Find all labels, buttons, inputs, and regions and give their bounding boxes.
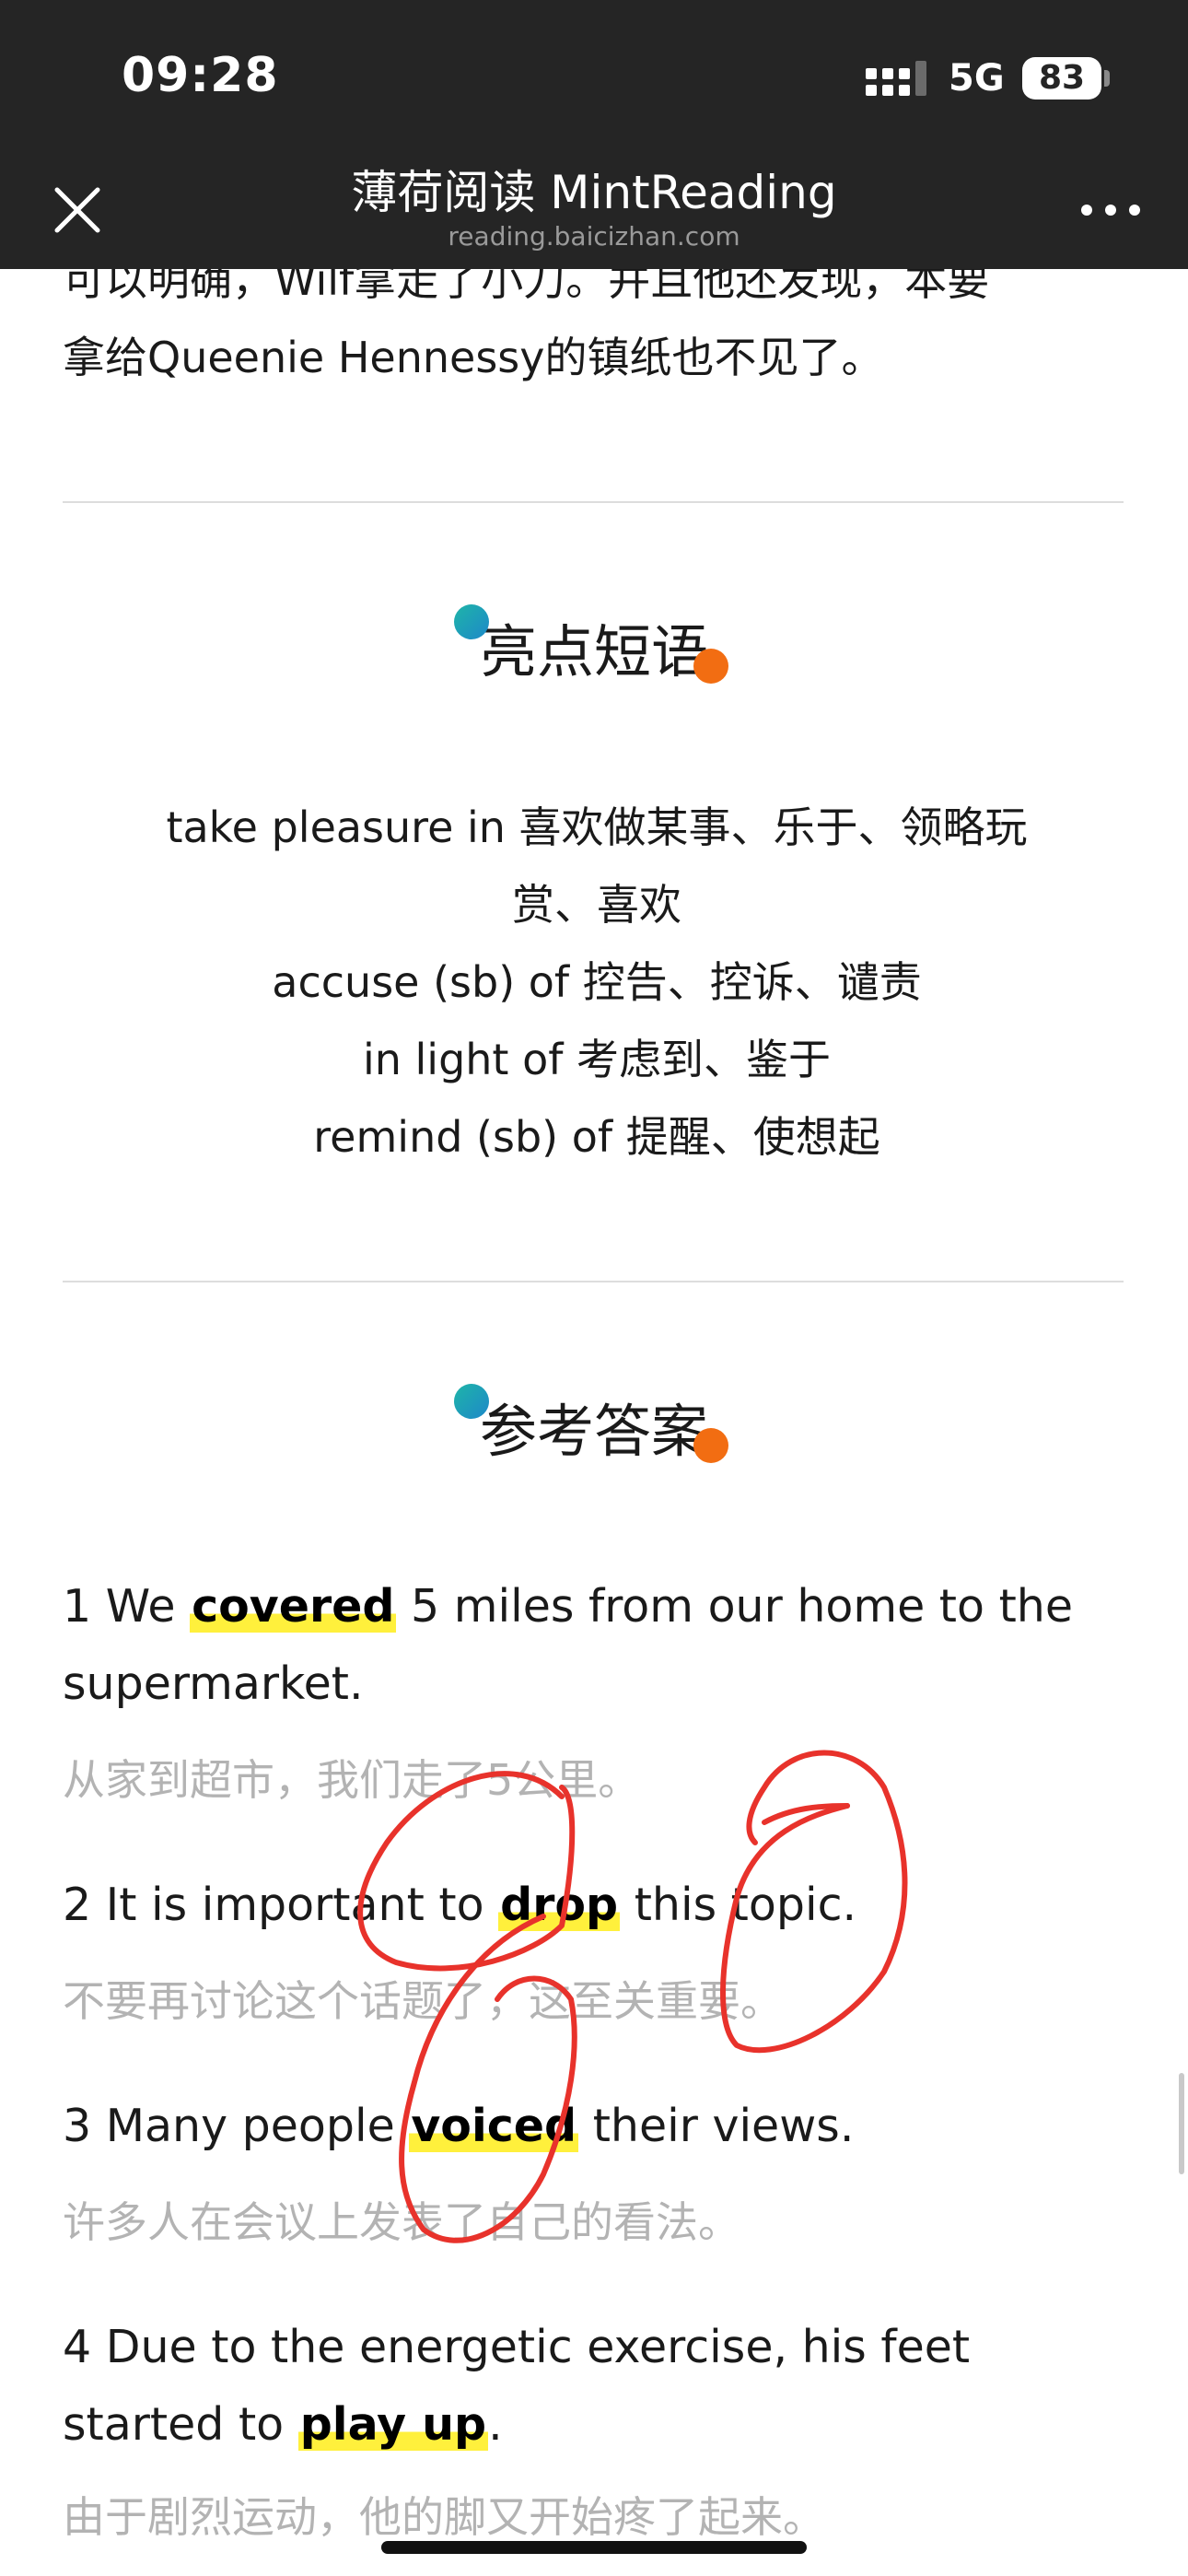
phrase-item: remind (sb) of 提醒、使想起 [313,1112,880,1162]
section-heading-phrases: 亮点短语 [0,604,1188,689]
page-title: 薄荷阅读 MintReading [351,166,837,219]
status-time: 09:28 [122,48,279,103]
battery-icon: 83 [1022,57,1101,100]
answer-sentence: 1 We covered 5 miles from our home to th… [63,1568,1131,1723]
answer-translation: 不要再讨论这个话题了，这至关重要。 [63,1976,783,2026]
home-indicator[interactable] [381,2541,807,2554]
sentence-text: this topic. [620,1879,857,1931]
network-type: 5G [949,57,1005,100]
highlighted-keyword: voiced [409,2100,579,2152]
phrase-item: take pleasure in 喜欢做某事、乐于、领略玩 赏、喜欢 [63,789,1131,943]
teal-dot-icon [453,1384,489,1419]
answer-sentence: 2 It is important to drop this topic. [63,1867,1131,1944]
highlighted-keyword: play up [297,2398,489,2451]
intro-line: 拿给Queenie Hennessy的镇纸也不见了。 [63,333,884,382]
heading-text: 参考答案 [479,1398,708,1465]
highlighted-keyword: covered [190,1580,397,1633]
phrase-line: take pleasure in 喜欢做某事、乐于、领略玩 [166,802,1028,852]
sentence-text: 3 Many people [63,2100,410,2152]
scrollbar-thumb[interactable] [1179,2073,1184,2174]
phrase-line: 赏、喜欢 [512,880,681,930]
divider [63,1281,1124,1282]
battery-tip [1104,70,1110,87]
sentence-text: . [488,2398,503,2451]
orange-dot-icon [693,1428,728,1463]
more-icon[interactable] [1077,192,1144,228]
screen: 09:28 5G 83 薄荷阅读 MintReading reading.bai… [0,0,1188,2576]
answer-translation: 许多人在会议上发表了自己的看法。 [63,2197,740,2247]
sentence-text: 2 It is important to [63,1879,499,1931]
page-domain: reading.baicizhan.com [448,221,740,252]
sentence-text: 1 We [63,1580,191,1633]
phrase-item: in light of 考虑到、鉴于 [362,1035,832,1084]
sentence-text: 4 Due to the energetic exercise, his fee… [63,2321,971,2451]
top-bar: 09:28 5G 83 薄荷阅读 MintReading reading.bai… [0,0,1188,269]
phrase-item: accuse (sb) of 控告、控诉、谴责 [272,957,922,1007]
answer-sentence: 3 Many people voiced their views. [63,2088,1131,2165]
signal-icon [866,61,926,96]
heading-text: 亮点短语 [479,618,708,685]
orange-dot-icon [693,649,728,684]
battery-level: 83 [1038,59,1086,97]
highlighted-keyword: drop [498,1879,621,1931]
section-heading-answers: 参考答案 [0,1384,1188,1469]
answer-translation: 从家到超市，我们走了5公里。 [63,1755,641,1805]
answer-sentence: 4 Due to the energetic exercise, his fee… [63,2309,1131,2464]
divider [63,501,1124,503]
sentence-text: their views. [578,2100,855,2152]
teal-dot-icon [453,604,489,639]
